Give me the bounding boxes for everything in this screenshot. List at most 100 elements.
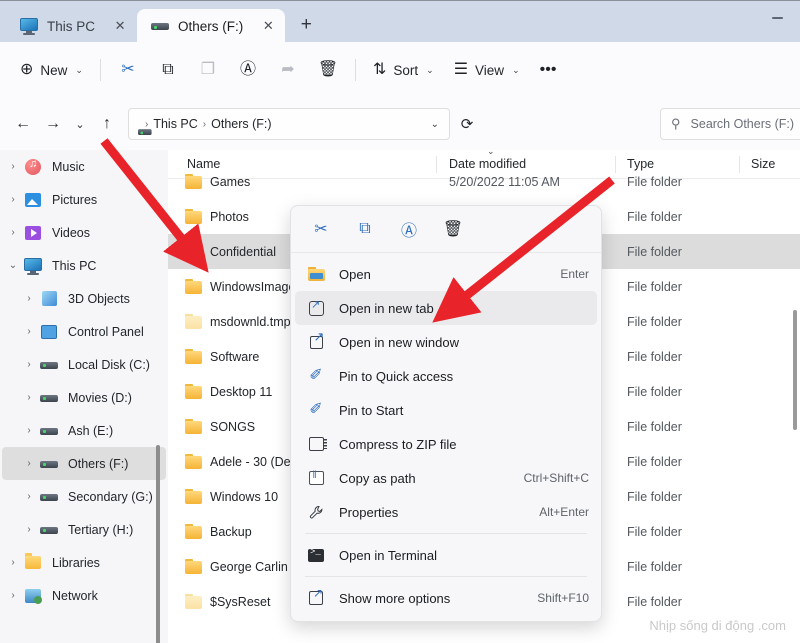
view-button[interactable]: ☰ View ⌄ bbox=[444, 54, 530, 86]
menu-separator bbox=[305, 533, 587, 534]
menu-item-properties[interactable]: Properties Alt+Enter bbox=[295, 495, 597, 529]
close-icon[interactable]: ✕ bbox=[257, 15, 279, 37]
menu-item-pin-to-start[interactable]: ✐ Pin to Start bbox=[295, 393, 597, 427]
folder-icon bbox=[185, 209, 202, 224]
chevron-right-icon[interactable]: › bbox=[2, 194, 24, 205]
menu-separator bbox=[305, 576, 587, 577]
menu-item-open-in-terminal[interactable]: Open in Terminal bbox=[295, 538, 597, 572]
sidebar-item-local-disk-c[interactable]: › Local Disk (C:) bbox=[2, 348, 166, 381]
back-button[interactable]: ← bbox=[8, 109, 38, 139]
chevron-down-icon[interactable]: ⌄ bbox=[427, 119, 443, 130]
cut-button[interactable]: ✂ bbox=[108, 54, 148, 86]
menu-item-label: Show more options bbox=[339, 590, 451, 606]
breadcrumb-this-pc[interactable]: This PC bbox=[153, 117, 197, 131]
file-name: Photos bbox=[210, 209, 249, 224]
chevron-right-icon[interactable]: › bbox=[2, 590, 24, 601]
refresh-button[interactable]: ⟳ bbox=[452, 109, 482, 139]
chevron-right-icon[interactable]: › bbox=[18, 524, 40, 535]
delete-button[interactable]: 🗑 bbox=[308, 54, 348, 86]
forward-button[interactable]: → bbox=[38, 109, 68, 139]
sidebar-item-label: Secondary (G:) bbox=[68, 489, 153, 504]
tab-this-pc[interactable]: This PC ✕ bbox=[6, 9, 139, 43]
chevron-right-icon[interactable]: › bbox=[18, 326, 40, 337]
sort-icon: ⇅ bbox=[372, 61, 387, 78]
menu-item-open-in-new-window[interactable]: Open in new window bbox=[295, 325, 597, 359]
file-type: File folder bbox=[627, 419, 682, 434]
sidebar-item-pictures[interactable]: › Pictures bbox=[2, 183, 166, 216]
menu-item-show-more-options[interactable]: Show more options Shift+F10 bbox=[295, 581, 597, 615]
trash-icon: 🗑 bbox=[317, 61, 339, 78]
search-icon: ⚲ bbox=[671, 116, 681, 131]
chevron-right-icon[interactable]: › bbox=[18, 293, 40, 304]
sidebar-item-secondary-g[interactable]: › Secondary (G:) bbox=[2, 480, 166, 513]
chevron-right-icon[interactable]: › bbox=[18, 425, 40, 436]
paste-icon: ❐ bbox=[200, 61, 216, 78]
chevron-right-icon[interactable]: › bbox=[2, 557, 24, 568]
file-list-scrollbar[interactable] bbox=[793, 310, 797, 430]
minimize-button[interactable] bbox=[754, 1, 800, 35]
breadcrumb-others-f[interactable]: Others (F:) bbox=[211, 117, 271, 131]
chevron-right-icon[interactable]: › bbox=[2, 227, 24, 238]
sidebar-item-ash-e[interactable]: › Ash (E:) bbox=[2, 414, 166, 447]
up-button[interactable]: ↑ bbox=[92, 109, 122, 139]
delete-button[interactable]: 🗑 bbox=[431, 212, 475, 246]
breadcrumb-bar[interactable]: › This PC › Others (F:) ⌄ bbox=[128, 108, 450, 140]
sidebar-item-control-panel[interactable]: › Control Panel bbox=[2, 315, 166, 348]
more-options-button[interactable]: ••• bbox=[530, 54, 567, 86]
sidebar-scrollbar[interactable] bbox=[156, 445, 160, 643]
sidebar-item-label: This PC bbox=[52, 258, 97, 273]
chevron-right-icon[interactable]: › bbox=[18, 458, 40, 469]
menu-item-label: Properties bbox=[339, 504, 399, 520]
menu-item-pin-to-quick-access[interactable]: ✐ Pin to Quick access bbox=[295, 359, 597, 393]
copy-button[interactable]: ⧉ bbox=[343, 212, 387, 246]
menu-item-copy-as-path[interactable]: Copy as path Ctrl+Shift+C bbox=[295, 461, 597, 495]
new-tab-button[interactable]: + bbox=[291, 10, 321, 40]
file-name: msdownld.tmp bbox=[210, 314, 291, 329]
recent-locations-button[interactable]: ⌄ bbox=[68, 109, 92, 139]
toolbar-divider bbox=[354, 59, 356, 81]
file-name: Desktop 11 bbox=[210, 384, 273, 399]
menu-item-compress-to-zip-file[interactable]: Compress to ZIP file bbox=[295, 427, 597, 461]
chevron-down-icon: ⌄ bbox=[75, 64, 83, 75]
chevron-right-icon[interactable]: › bbox=[2, 161, 24, 172]
chevron-right-icon[interactable]: › bbox=[18, 392, 40, 403]
sidebar-item-3d-objects[interactable]: › 3D Objects bbox=[2, 282, 166, 315]
sidebar-item-music[interactable]: › Music bbox=[2, 150, 166, 183]
new-button[interactable]: ⊕ New ⌄ bbox=[10, 54, 93, 86]
folder-icon bbox=[185, 244, 202, 259]
file-type: File folder bbox=[627, 349, 682, 364]
rename-button[interactable]: Ⓐ bbox=[228, 54, 268, 86]
sidebar-item-label: Videos bbox=[52, 225, 90, 240]
rename-button[interactable]: Ⓐ bbox=[387, 212, 431, 246]
menu-item-shortcut: Shift+F10 bbox=[537, 591, 589, 605]
terminal-icon bbox=[305, 547, 327, 562]
file-name: Backup bbox=[210, 524, 252, 539]
sort-button[interactable]: ⇅ Sort ⌄ bbox=[363, 54, 444, 86]
cut-button[interactable]: ✂ bbox=[299, 212, 343, 246]
sidebar-item-others-f[interactable]: › Others (F:) bbox=[2, 447, 166, 480]
sidebar-item-network[interactable]: › Network bbox=[2, 579, 166, 612]
share-button[interactable]: ➦ bbox=[268, 54, 308, 86]
chevron-down-icon[interactable]: ⌄ bbox=[2, 260, 24, 271]
file-date-modified: 5/20/2022 11:05 AM bbox=[449, 174, 560, 189]
window-controls bbox=[754, 1, 800, 43]
search-box[interactable]: ⚲ Search Others (F:) bbox=[660, 108, 800, 140]
sidebar-item-this-pc[interactable]: ⌄ This PC bbox=[2, 249, 166, 282]
context-menu-items: Open Enter Open in new tab Open in new wind… bbox=[291, 253, 601, 621]
paste-button[interactable]: ❐ bbox=[188, 54, 228, 86]
sidebar-item-libraries[interactable]: › Libraries bbox=[2, 546, 166, 579]
sidebar-item-tertiary-h[interactable]: › Tertiary (H:) bbox=[2, 513, 166, 546]
close-icon[interactable]: ✕ bbox=[109, 15, 131, 37]
table-row[interactable]: Games 5/20/2022 11:05 AM File folder bbox=[168, 164, 800, 199]
chevron-right-icon[interactable]: › bbox=[18, 359, 40, 370]
file-type: File folder bbox=[627, 594, 682, 609]
sidebar-item-label: Pictures bbox=[52, 192, 98, 207]
sidebar-item-videos[interactable]: › Videos bbox=[2, 216, 166, 249]
menu-item-open[interactable]: Open Enter bbox=[295, 257, 597, 291]
copy-button[interactable]: ⧉ bbox=[148, 54, 188, 86]
tab-others-f[interactable]: Others (F:) ✕ bbox=[137, 9, 286, 43]
menu-item-open-in-new-tab[interactable]: Open in new tab bbox=[295, 291, 597, 325]
sidebar-item-movies-d[interactable]: › Movies (D:) bbox=[2, 381, 166, 414]
file-name: Windows 10 bbox=[210, 489, 279, 504]
chevron-right-icon[interactable]: › bbox=[18, 491, 40, 502]
